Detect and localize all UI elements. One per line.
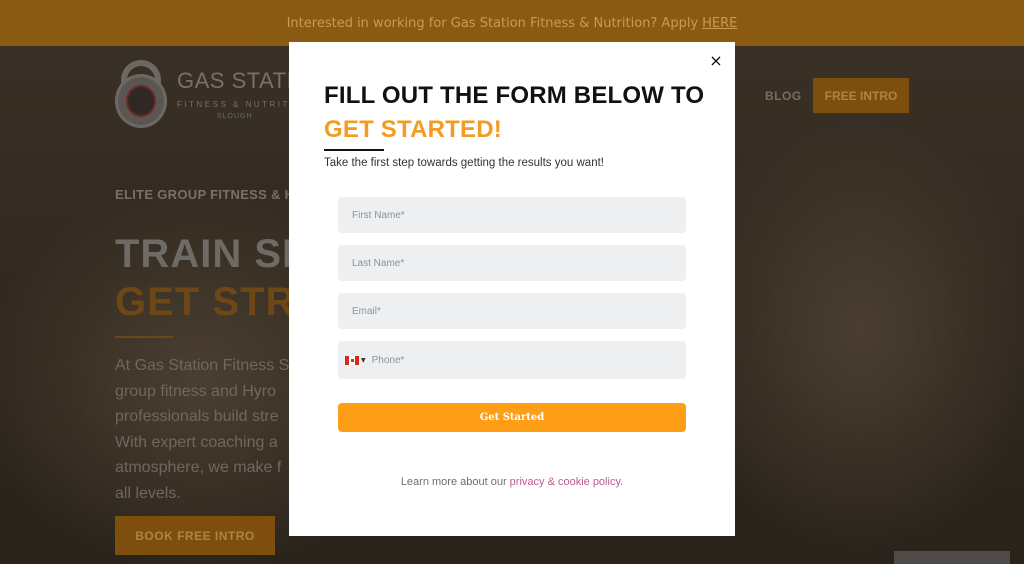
email-input[interactable] xyxy=(338,293,686,329)
close-icon[interactable]: × xyxy=(707,52,725,70)
modal-title-line2: GET STARTED! xyxy=(324,116,502,143)
announcement-text: Interested in working for Gas Station Fi… xyxy=(286,15,699,31)
phone-field: ▼ xyxy=(338,341,686,379)
privacy-notice-text: Learn more about our xyxy=(400,476,507,488)
hero-paragraph-line: group fitness and Hyro xyxy=(115,382,276,400)
first-name-input[interactable] xyxy=(338,197,686,233)
modal-title-line1: FILL OUT THE FORM BELOW TO xyxy=(324,82,705,109)
hero-paragraph-line: At Gas Station Fitness S xyxy=(115,357,290,374)
hero-paragraph-line: atmosphere, we make f xyxy=(115,459,282,476)
hero-paragraph-line: professionals build stre xyxy=(115,408,279,425)
hero-headline-line1: TRAIN SI xyxy=(115,232,295,276)
privacy-notice: Learn more about our privacy & cookie po… xyxy=(289,476,735,488)
hero-divider xyxy=(115,336,173,338)
phone-input[interactable] xyxy=(371,341,662,379)
hero-paragraph: At Gas Station Fitness S group fitness a… xyxy=(115,353,291,506)
modal-subtitle: Take the first step towards getting the … xyxy=(324,157,604,169)
nav-free-intro-button[interactable]: FREE INTRO xyxy=(813,78,909,113)
kettlebell-logo-icon xyxy=(115,60,167,128)
hero-paragraph-line: With expert coaching a xyxy=(115,433,278,451)
nav-blog-link[interactable]: BLOG xyxy=(765,89,802,103)
corner-widget-tab[interactable] xyxy=(894,551,1010,564)
privacy-policy-link[interactable]: privacy & cookie policy. xyxy=(510,476,624,488)
get-started-button[interactable]: Get Started xyxy=(338,403,686,432)
canada-flag-icon xyxy=(345,355,359,365)
last-name-input[interactable] xyxy=(338,245,686,281)
hero-eyebrow: ELITE GROUP FITNESS & H xyxy=(115,187,295,202)
announcement-link[interactable]: HERE xyxy=(702,16,737,31)
hero-paragraph-line: all levels. xyxy=(115,484,181,502)
country-selector[interactable]: ▼ xyxy=(345,355,366,365)
announcement-bar: Interested in working for Gas Station Fi… xyxy=(0,0,1024,46)
chevron-down-icon: ▼ xyxy=(361,356,366,364)
signup-modal: × FILL OUT THE FORM BELOW TO GET STARTED… xyxy=(289,42,735,536)
book-free-intro-button[interactable]: BOOK FREE INTRO xyxy=(115,516,275,555)
modal-divider xyxy=(324,149,384,151)
